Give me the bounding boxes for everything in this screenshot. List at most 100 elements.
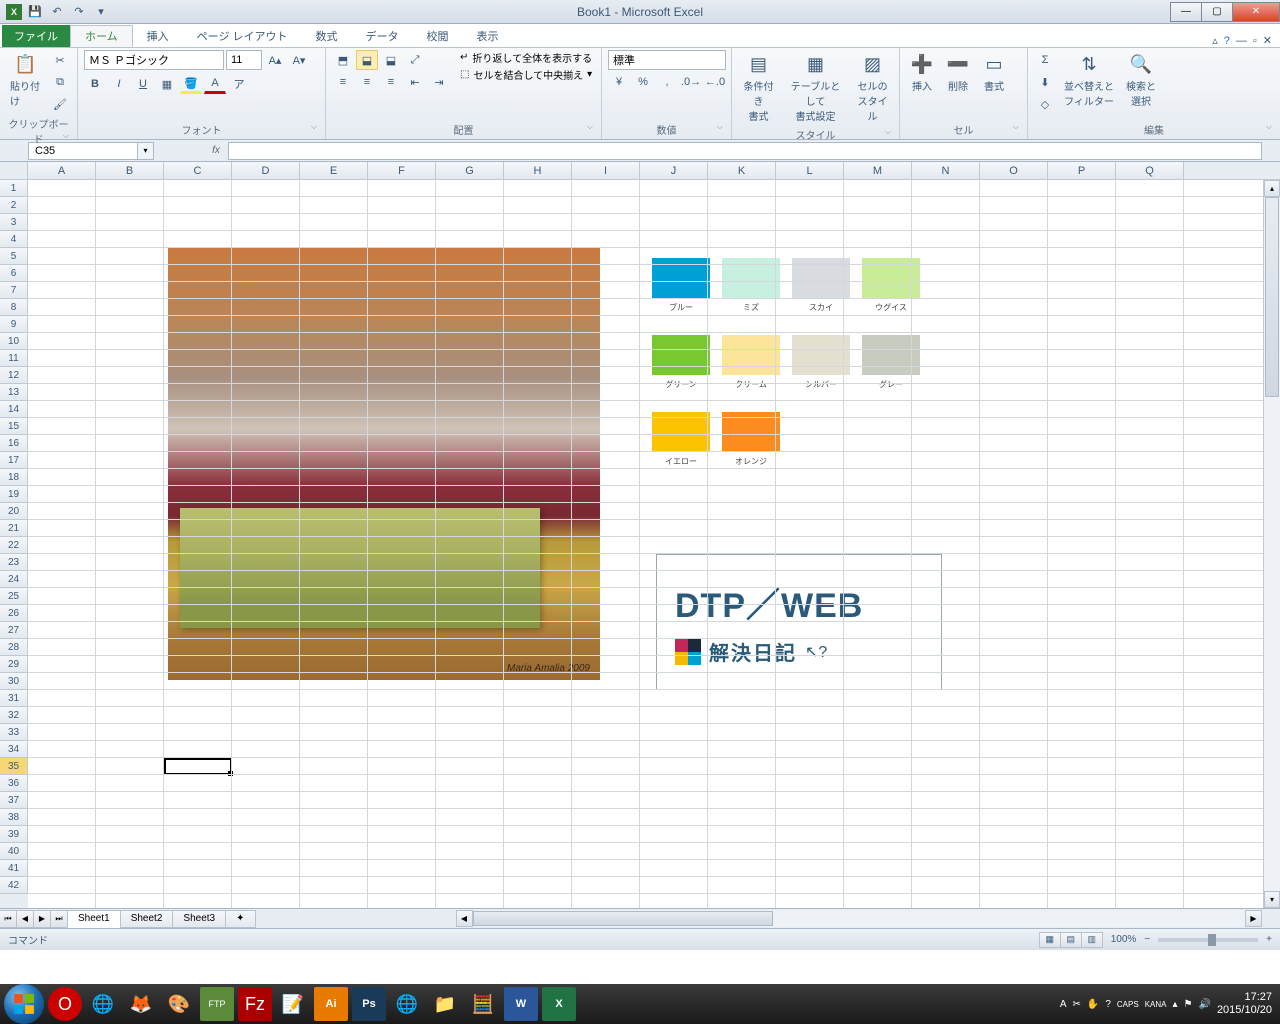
tab-data[interactable]: データ	[352, 25, 413, 47]
align-top-icon[interactable]: ⬒	[332, 50, 354, 70]
zoom-out-button[interactable]: −	[1144, 934, 1150, 945]
column-header[interactable]: C	[164, 162, 232, 179]
volume-icon[interactable]: 🔊	[1198, 999, 1210, 1010]
merge-center-button[interactable]: ⬚セルを結合して中央揃え▾	[460, 67, 592, 82]
row-header[interactable]: 21	[0, 520, 28, 537]
tab-insert[interactable]: 挿入	[133, 25, 183, 47]
color-swatch[interactable]: オレンジ	[722, 412, 780, 467]
ftp-icon[interactable]: FTP	[200, 987, 234, 1021]
column-header[interactable]: F	[368, 162, 436, 179]
align-right-icon[interactable]: ≡	[380, 72, 402, 92]
color-swatch[interactable]: イエロー	[652, 412, 710, 467]
color-swatch[interactable]: ミズ	[722, 258, 780, 313]
logo-box[interactable]: DTP／WEB 解決日記 ↖?	[656, 554, 942, 690]
help-icon[interactable]: ?	[1224, 35, 1230, 47]
column-header[interactable]: H	[504, 162, 572, 179]
horizontal-scrollbar[interactable]: ◀ ▶	[456, 910, 1263, 927]
new-sheet-button[interactable]: ✦	[225, 910, 255, 928]
row-header[interactable]: 29	[0, 656, 28, 673]
color-swatch-palette[interactable]: ブルーミズスカイウグイスグリーンクリームシルバーグレーイエローオレンジ	[652, 258, 920, 467]
select-all-corner[interactable]	[0, 162, 28, 179]
row-header[interactable]: 26	[0, 605, 28, 622]
format-cells-button[interactable]: ▭書式	[978, 50, 1010, 95]
font-size-combo[interactable]: 11	[226, 50, 262, 70]
filezilla-icon[interactable]: Fz	[238, 987, 272, 1021]
underline-button[interactable]: U	[132, 74, 154, 94]
tray-scissors-icon[interactable]: ✂	[1072, 999, 1080, 1010]
row-header[interactable]: 3	[0, 214, 28, 231]
vscroll-thumb[interactable]	[1265, 197, 1279, 397]
fill-icon[interactable]: ⬇	[1034, 72, 1056, 92]
font-name-combo[interactable]: ＭＳ Ｐゴシック	[84, 50, 224, 70]
bold-button[interactable]: B	[84, 74, 106, 94]
format-painter-icon[interactable]: 🖌	[49, 94, 71, 114]
increase-font-icon[interactable]: A▴	[264, 50, 286, 70]
row-header[interactable]: 8	[0, 299, 28, 316]
delete-cells-button[interactable]: ➖削除	[942, 50, 974, 95]
comma-icon[interactable]: ,	[656, 72, 678, 92]
fx-icon[interactable]: fx	[204, 145, 228, 156]
photoshop-icon[interactable]: Ps	[352, 987, 386, 1021]
column-header[interactable]: P	[1048, 162, 1116, 179]
color-swatch[interactable]: ブルー	[652, 258, 710, 313]
currency-icon[interactable]: ¥	[608, 72, 630, 92]
doc-close-icon[interactable]: ✕	[1263, 34, 1272, 47]
row-header[interactable]: 15	[0, 418, 28, 435]
row-header[interactable]: 10	[0, 333, 28, 350]
column-header[interactable]: G	[436, 162, 504, 179]
autosum-icon[interactable]: Σ	[1034, 50, 1056, 70]
align-middle-icon[interactable]: ⬓	[356, 50, 378, 70]
tab-review[interactable]: 校閲	[413, 25, 463, 47]
number-format-combo[interactable]: 標準	[608, 50, 726, 70]
cells-area[interactable]: Maria Amalia 2009 ブルーミズスカイウグイスグリーンクリームシル…	[28, 180, 1280, 908]
row-header[interactable]: 25	[0, 588, 28, 605]
tab-home[interactable]: ホーム	[70, 25, 133, 47]
find-select-button[interactable]: 🔍検索と 選択	[1122, 50, 1160, 110]
maximize-button[interactable]: ▢	[1201, 2, 1233, 22]
row-header[interactable]: 18	[0, 469, 28, 486]
row-header[interactable]: 12	[0, 367, 28, 384]
qat-dropdown-icon[interactable]: ▾	[92, 3, 110, 21]
row-header[interactable]: 17	[0, 452, 28, 469]
row-header[interactable]: 6	[0, 265, 28, 282]
conditional-format-button[interactable]: ▤条件付き 書式	[738, 50, 779, 125]
row-header[interactable]: 35	[0, 758, 28, 775]
opera-icon[interactable]: O	[48, 987, 82, 1021]
row-header[interactable]: 33	[0, 724, 28, 741]
calculator-icon[interactable]: 🧮	[466, 987, 500, 1021]
zoom-in-button[interactable]: +	[1266, 934, 1272, 945]
vertical-scrollbar[interactable]: ▴ ▾	[1263, 180, 1280, 908]
formula-input[interactable]	[228, 142, 1262, 160]
scroll-right-icon[interactable]: ▶	[1245, 910, 1262, 927]
cell-styles-button[interactable]: ▨セルの スタイル	[852, 50, 893, 125]
excel-app-icon[interactable]: X	[6, 4, 22, 20]
row-header[interactable]: 27	[0, 622, 28, 639]
column-header[interactable]: K	[708, 162, 776, 179]
app-icon[interactable]: 📝	[276, 987, 310, 1021]
minimize-button[interactable]: —	[1170, 2, 1202, 22]
zoom-level[interactable]: 100%	[1111, 934, 1137, 945]
sheet-tab[interactable]: Sheet2	[120, 910, 174, 928]
sheet-nav-last[interactable]: ⏭	[50, 910, 68, 928]
close-button[interactable]: ✕	[1232, 2, 1280, 22]
column-header[interactable]: A	[28, 162, 96, 179]
column-header[interactable]: L	[776, 162, 844, 179]
tray-hand-icon[interactable]: ✋	[1087, 999, 1099, 1010]
doc-restore-icon[interactable]: ▫	[1253, 35, 1257, 47]
tray-flag-icon[interactable]: ⚑	[1184, 999, 1193, 1010]
column-header[interactable]: M	[844, 162, 912, 179]
color-swatch[interactable]: グリーン	[652, 335, 710, 390]
row-header[interactable]: 31	[0, 690, 28, 707]
scroll-left-icon[interactable]: ◀	[456, 910, 473, 927]
row-header[interactable]: 1	[0, 180, 28, 197]
row-header[interactable]: 14	[0, 401, 28, 418]
page-break-view-button[interactable]: ▥	[1081, 932, 1103, 948]
sheet-tab[interactable]: Sheet1	[67, 910, 121, 928]
color-swatch[interactable]: クリーム	[722, 335, 780, 390]
row-header[interactable]: 22	[0, 537, 28, 554]
illustrator-icon[interactable]: Ai	[314, 987, 348, 1021]
tray-up-icon[interactable]: ▴	[1172, 999, 1177, 1010]
orientation-icon[interactable]: ⤢	[404, 50, 426, 70]
row-header[interactable]: 30	[0, 673, 28, 690]
save-icon[interactable]: 💾	[26, 3, 44, 21]
